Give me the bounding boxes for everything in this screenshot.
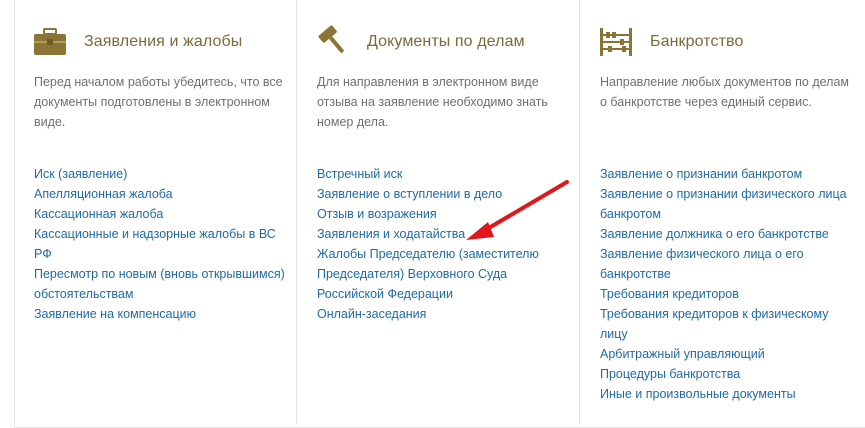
link-bankruptcy-procedures[interactable]: Процедуры банкротства xyxy=(600,364,855,384)
link-complaints-chairman[interactable]: Жалобы Председателю (заместителю Председ… xyxy=(317,244,572,304)
briefcase-icon xyxy=(32,24,68,60)
column-statements: Заявления и жалобы Перед началом работы … xyxy=(14,0,297,424)
column-header: Заявления и жалобы xyxy=(32,24,242,60)
column-header: Банкротство xyxy=(598,24,743,60)
section-description: Для направления в электронном виде отзыв… xyxy=(317,75,548,129)
section-description: Перед началом работы убедитесь, что все … xyxy=(34,75,283,129)
link-arbitration-manager[interactable]: Арбитражный управляющий xyxy=(600,344,855,364)
link-list: Встречный иск Заявление о вступлении в д… xyxy=(317,164,572,324)
column-case-documents: Документы по делам Для направления в эле… xyxy=(297,0,580,424)
link-cassation[interactable]: Кассационная жалоба xyxy=(34,204,289,224)
link-counterclaim[interactable]: Встречный иск xyxy=(317,164,572,184)
link-individual-own-bankruptcy[interactable]: Заявление физического лица о его банкрот… xyxy=(600,244,855,284)
link-creditor-claims-individual[interactable]: Требования кредиторов к физическому лицу xyxy=(600,304,855,344)
section-description: Направление любых документов по делам о … xyxy=(600,75,850,109)
link-appeal[interactable]: Апелляционная жалоба xyxy=(34,184,289,204)
section-title: Заявления и жалобы xyxy=(84,33,243,50)
link-motions[interactable]: Заявления и ходатайства xyxy=(317,224,572,244)
section-title: Документы по делам xyxy=(367,33,525,50)
link-compensation[interactable]: Заявление на компенсацию xyxy=(34,304,289,324)
abacus-icon xyxy=(598,24,634,60)
link-online-hearings[interactable]: Онлайн-заседания xyxy=(317,304,572,324)
link-bankruptcy-declaration[interactable]: Заявление о признании банкротом xyxy=(600,164,855,184)
gavel-icon xyxy=(315,24,351,60)
link-other-documents[interactable]: Иные и произвольные документы xyxy=(600,384,855,404)
section-title: Банкротство xyxy=(650,33,744,50)
column-bankruptcy: Банкротство Направление любых документов… xyxy=(580,0,865,424)
link-supreme-court-appeals[interactable]: Кассационные и надзорные жалобы в ВС РФ xyxy=(34,224,289,264)
column-header: Документы по делам xyxy=(315,24,525,60)
link-list: Заявление о признании банкротом Заявлени… xyxy=(600,164,855,404)
link-creditor-claims[interactable]: Требования кредиторов xyxy=(600,284,855,304)
link-claim[interactable]: Иск (заявление) xyxy=(34,164,289,184)
link-join-case[interactable]: Заявление о вступлении в дело xyxy=(317,184,572,204)
link-list: Иск (заявление) Апелляционная жалоба Кас… xyxy=(34,164,289,324)
link-review-new-circumstances[interactable]: Пересмотр по новым (вновь открывшимся) о… xyxy=(34,264,289,304)
link-responses-objections[interactable]: Отзыв и возражения xyxy=(317,204,572,224)
link-debtor-bankruptcy-application[interactable]: Заявление должника о его банкротстве xyxy=(600,224,855,244)
link-individual-bankruptcy-declaration[interactable]: Заявление о признании физического лица б… xyxy=(600,184,855,224)
